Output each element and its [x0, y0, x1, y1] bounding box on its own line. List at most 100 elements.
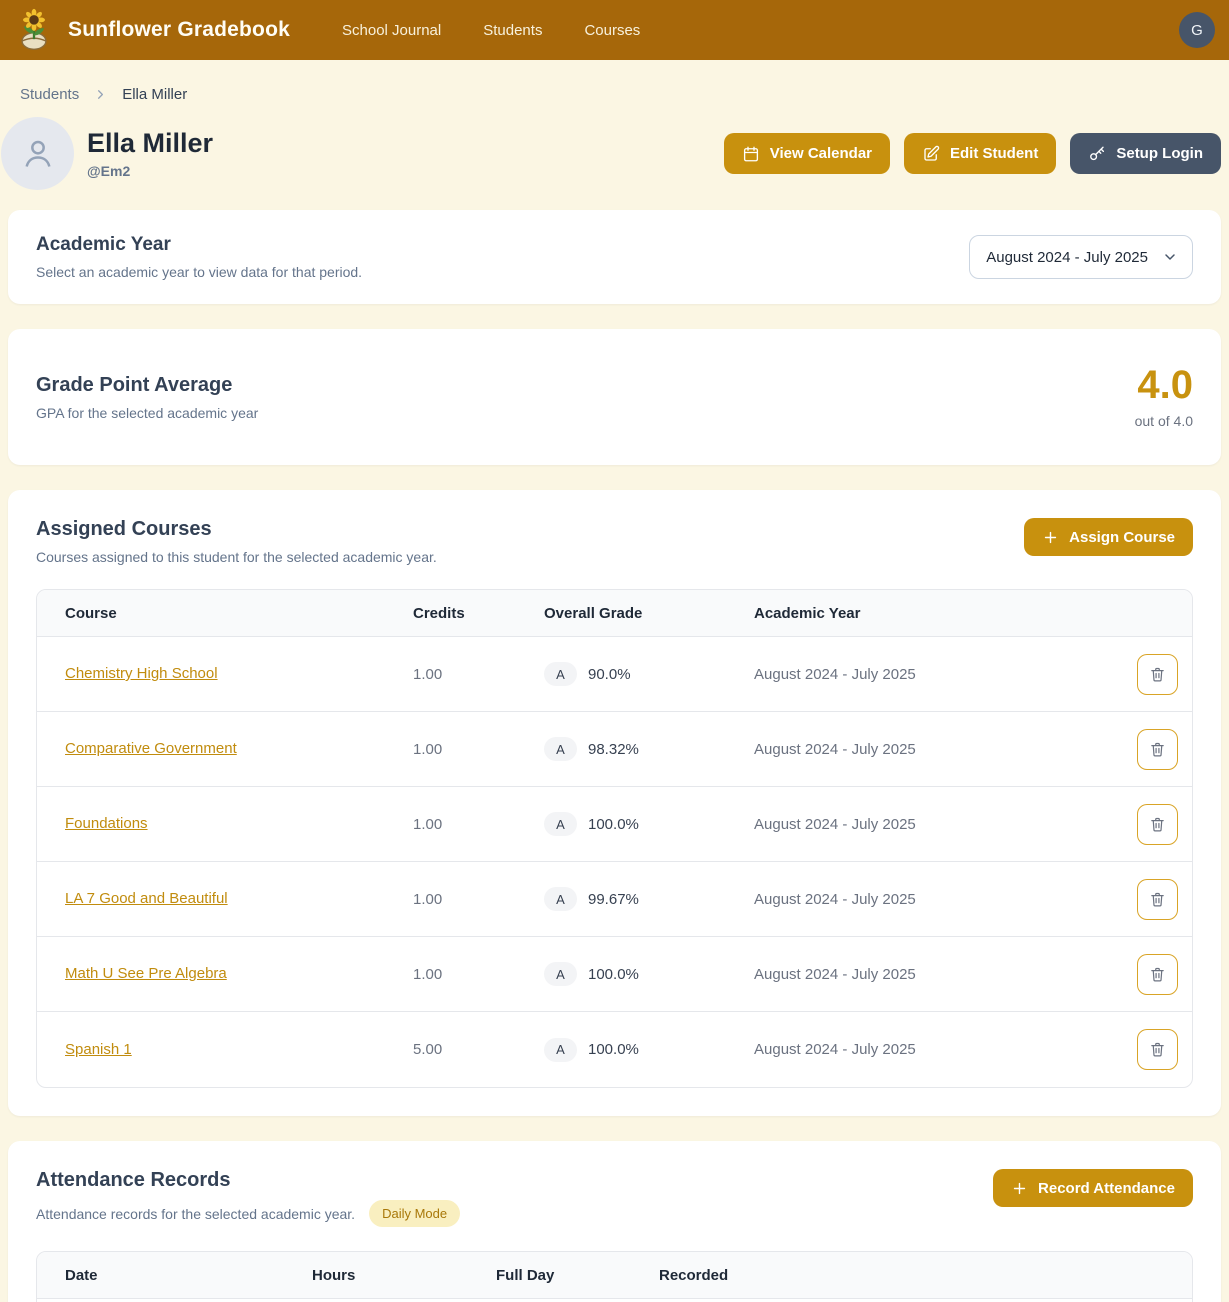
- trash-icon: [1149, 741, 1166, 758]
- delete-course-button[interactable]: [1137, 879, 1178, 920]
- academic-year-value: August 2024 - July 2025: [754, 666, 1094, 683]
- attendance-table: Date Hours Full Day Recorded June 20, 20…: [36, 1251, 1193, 1302]
- table-row: Math U See Pre Algebra 1.00 A 100.0% Aug…: [37, 937, 1192, 1012]
- daily-mode-badge: Daily Mode: [369, 1200, 460, 1227]
- record-attendance-button[interactable]: Record Attendance: [993, 1169, 1193, 1207]
- academic-year-selected-value: August 2024 - July 2025: [986, 249, 1148, 266]
- chevron-right-icon: [93, 87, 108, 102]
- course-link[interactable]: Spanish 1: [65, 1041, 132, 1058]
- nav-item-school-journal[interactable]: School Journal: [342, 22, 441, 39]
- delete-course-button[interactable]: [1137, 654, 1178, 695]
- setup-login-label: Setup Login: [1116, 145, 1203, 162]
- academic-year-value: August 2024 - July 2025: [754, 1041, 1094, 1058]
- grade-letter-badge: A: [544, 1038, 577, 1062]
- attendance-subtitle: Attendance records for the selected acad…: [36, 1206, 355, 1222]
- gpa-title: Grade Point Average: [36, 374, 258, 397]
- grade-letter-badge: A: [544, 812, 577, 836]
- delete-course-button[interactable]: [1137, 954, 1178, 995]
- nav-item-students[interactable]: Students: [483, 22, 542, 39]
- assigned-courses-subtitle: Courses assigned to this student for the…: [36, 549, 437, 565]
- app-title: Sunflower Gradebook: [68, 18, 290, 42]
- brand[interactable]: Sunflower Gradebook: [12, 8, 290, 52]
- academic-year-title: Academic Year: [36, 234, 362, 256]
- primary-nav: School Journal Students Courses: [342, 22, 640, 39]
- table-row: Comparative Government 1.00 A 98.32% Aug…: [37, 712, 1192, 787]
- person-icon: [18, 134, 58, 174]
- credits-value: 1.00: [413, 816, 544, 833]
- view-calendar-label: View Calendar: [770, 145, 872, 162]
- assigned-courses-title: Assigned Courses: [36, 518, 437, 541]
- col-overall-grade: Overall Grade: [544, 605, 754, 622]
- sunflower-logo-icon: [12, 8, 56, 52]
- gpa-caption: out of 4.0: [1135, 413, 1193, 429]
- grade-percent: 100.0%: [588, 816, 639, 833]
- course-link[interactable]: Math U See Pre Algebra: [65, 965, 227, 982]
- nav-item-courses[interactable]: Courses: [584, 22, 640, 39]
- student-actions: View Calendar Edit Student Setup Login: [724, 133, 1221, 174]
- academic-year-select[interactable]: August 2024 - July 2025: [969, 235, 1193, 279]
- grade-percent: 100.0%: [588, 966, 639, 983]
- grade-percent: 100.0%: [588, 1041, 639, 1058]
- col-credits: Credits: [413, 605, 544, 622]
- avatar: [1, 117, 74, 190]
- course-link[interactable]: Comparative Government: [65, 740, 237, 757]
- gpa-value: 4.0: [1135, 365, 1193, 405]
- grade-letter-badge: A: [544, 887, 577, 911]
- col-full-day: Full Day: [496, 1267, 659, 1284]
- assign-course-label: Assign Course: [1069, 529, 1175, 546]
- chevron-down-icon: [1162, 249, 1178, 265]
- trash-icon: [1149, 891, 1166, 908]
- plus-icon: [1011, 1180, 1028, 1197]
- academic-year-value: August 2024 - July 2025: [754, 891, 1094, 908]
- delete-course-button[interactable]: [1137, 729, 1178, 770]
- table-row: LA 7 Good and Beautiful 1.00 A 99.67% Au…: [37, 862, 1192, 937]
- col-date: Date: [65, 1267, 312, 1284]
- academic-year-card: Academic Year Select an academic year to…: [8, 210, 1221, 304]
- grade-percent: 98.32%: [588, 741, 639, 758]
- credits-value: 1.00: [413, 666, 544, 683]
- col-academic-year: Academic Year: [754, 605, 1094, 622]
- grade-percent: 99.67%: [588, 891, 639, 908]
- attendance-card: Attendance Records Attendance records fo…: [8, 1141, 1221, 1302]
- credits-value: 1.00: [413, 741, 544, 758]
- courses-table-header: Course Credits Overall Grade Academic Ye…: [37, 590, 1192, 637]
- student-identity: Ella Miller @Em2: [87, 128, 213, 178]
- gpa-subtitle: GPA for the selected academic year: [36, 405, 258, 421]
- attendance-table-header: Date Hours Full Day Recorded: [37, 1252, 1192, 1299]
- trash-icon: [1149, 666, 1166, 683]
- courses-table-body: Chemistry High School 1.00 A 90.0% Augus…: [37, 637, 1192, 1087]
- table-row: Chemistry High School 1.00 A 90.0% Augus…: [37, 637, 1192, 712]
- record-attendance-label: Record Attendance: [1038, 1180, 1175, 1197]
- delete-course-button[interactable]: [1137, 1029, 1178, 1070]
- student-username: @Em2: [87, 163, 213, 179]
- edit-student-button[interactable]: Edit Student: [904, 133, 1056, 174]
- top-navbar: Sunflower Gradebook School Journal Stude…: [0, 0, 1229, 60]
- delete-course-button[interactable]: [1137, 804, 1178, 845]
- calendar-icon: [742, 145, 760, 163]
- grade-letter-badge: A: [544, 662, 577, 686]
- view-calendar-button[interactable]: View Calendar: [724, 133, 890, 174]
- attendance-title: Attendance Records: [36, 1169, 460, 1192]
- col-hours: Hours: [312, 1267, 496, 1284]
- edit-student-label: Edit Student: [950, 145, 1038, 162]
- table-row: Spanish 1 5.00 A 100.0% August 2024 - Ju…: [37, 1012, 1192, 1087]
- trash-icon: [1149, 816, 1166, 833]
- setup-login-button[interactable]: Setup Login: [1070, 133, 1221, 174]
- key-icon: [1088, 145, 1106, 163]
- credits-value: 1.00: [413, 966, 544, 983]
- course-link[interactable]: Chemistry High School: [65, 665, 218, 682]
- breadcrumb-students[interactable]: Students: [20, 86, 79, 103]
- course-link[interactable]: LA 7 Good and Beautiful: [65, 890, 228, 907]
- courses-table: Course Credits Overall Grade Academic Ye…: [36, 589, 1193, 1088]
- breadcrumb: Students Ella Miller: [0, 60, 1229, 103]
- user-menu-avatar[interactable]: G: [1179, 12, 1215, 48]
- grade-letter-badge: A: [544, 737, 577, 761]
- col-course: Course: [65, 605, 413, 622]
- academic-year-value: August 2024 - July 2025: [754, 966, 1094, 983]
- gpa-card: Grade Point Average GPA for the selected…: [8, 329, 1221, 465]
- assigned-courses-card: Assigned Courses Courses assigned to thi…: [8, 490, 1221, 1116]
- academic-year-value: August 2024 - July 2025: [754, 816, 1094, 833]
- assign-course-button[interactable]: Assign Course: [1024, 518, 1193, 556]
- trash-icon: [1149, 1041, 1166, 1058]
- course-link[interactable]: Foundations: [65, 815, 148, 832]
